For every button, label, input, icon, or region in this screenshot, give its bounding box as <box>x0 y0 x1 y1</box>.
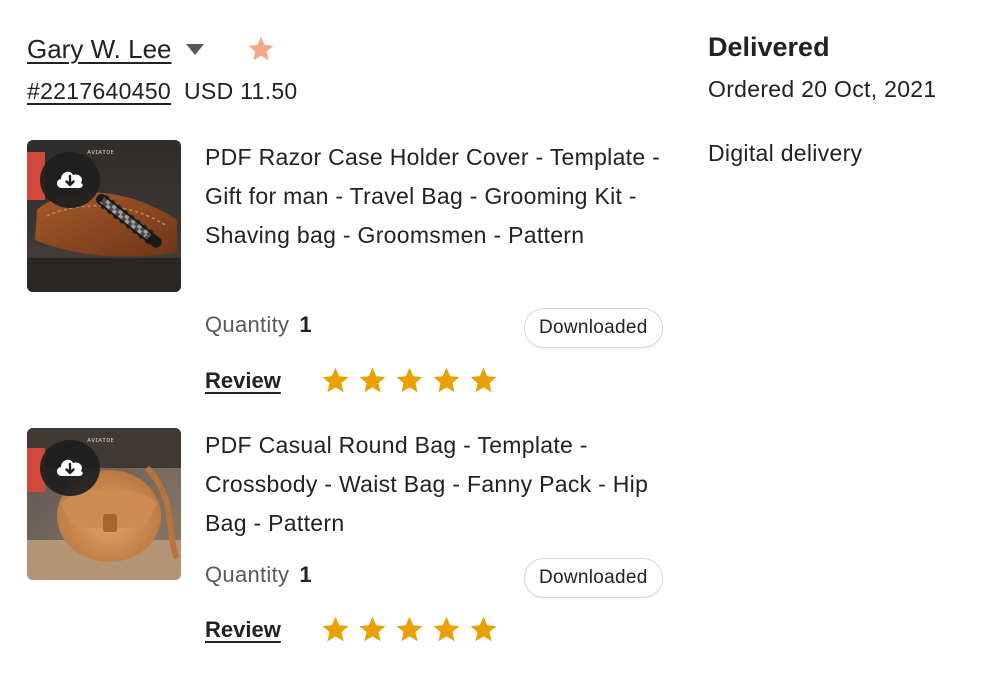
order-total: USD 11.50 <box>184 78 298 104</box>
star-icon[interactable] <box>432 615 461 644</box>
quantity-value: 1 <box>299 562 312 587</box>
rating-stars <box>321 366 506 395</box>
item-title-link[interactable]: PDF Casual Round Bag - Template - Crossb… <box>205 426 665 543</box>
star-icon[interactable] <box>321 366 350 395</box>
star-icon[interactable] <box>358 366 387 395</box>
quantity-label: Quantity <box>205 562 290 587</box>
buyer-name-link[interactable]: Gary W. Lee <box>27 34 172 65</box>
star-icon[interactable] <box>358 615 387 644</box>
star-icon[interactable] <box>432 366 461 395</box>
quantity-value: 1 <box>299 312 312 337</box>
order-summary: #2217640450 USD 11.50 <box>27 78 298 105</box>
rating-stars <box>321 615 506 644</box>
order-status: Delivered <box>708 32 830 62</box>
chevron-down-icon[interactable] <box>185 43 204 55</box>
svg-text:ᴀᴠɪᴀᴛᴏᴇ: ᴀᴠɪᴀᴛᴏᴇ <box>87 148 114 156</box>
delivery-method: Digital delivery <box>708 140 863 166</box>
star-icon[interactable] <box>469 366 498 395</box>
quantity: Quantity 1 <box>205 312 312 338</box>
order-id-link[interactable]: #2217640450 <box>27 78 171 105</box>
order-card: Gary W. Lee #2217640450 USD 11.50 Delive… <box>0 0 1000 682</box>
star-icon[interactable] <box>246 34 276 64</box>
downloaded-badge[interactable]: Downloaded <box>524 308 663 348</box>
item-thumbnail[interactable]: ᴀᴠɪᴀᴛᴏᴇ <box>27 140 181 292</box>
quantity: Quantity 1 <box>205 562 312 588</box>
downloaded-badge[interactable]: Downloaded <box>524 558 663 598</box>
svg-text:ᴀᴠɪᴀᴛᴏᴇ: ᴀᴠɪᴀᴛᴏᴇ <box>87 436 114 444</box>
star-icon[interactable] <box>395 615 424 644</box>
review-row: Review <box>205 366 506 395</box>
buyer-row: Gary W. Lee <box>27 30 276 68</box>
quantity-label: Quantity <box>205 312 290 337</box>
item-title-link[interactable]: PDF Razor Case Holder Cover - Template -… <box>205 138 665 255</box>
star-icon[interactable] <box>321 615 350 644</box>
review-link[interactable]: Review <box>205 368 281 394</box>
item-thumbnail[interactable]: ᴀᴠɪᴀᴛᴏᴇ <box>27 428 181 580</box>
cloud-download-icon[interactable] <box>40 152 100 208</box>
ordered-date: Ordered 20 Oct, 2021 <box>708 76 937 102</box>
review-row: Review <box>205 615 506 644</box>
review-link[interactable]: Review <box>205 617 281 643</box>
star-icon[interactable] <box>395 366 424 395</box>
cloud-download-icon[interactable] <box>40 440 100 496</box>
star-icon[interactable] <box>469 615 498 644</box>
